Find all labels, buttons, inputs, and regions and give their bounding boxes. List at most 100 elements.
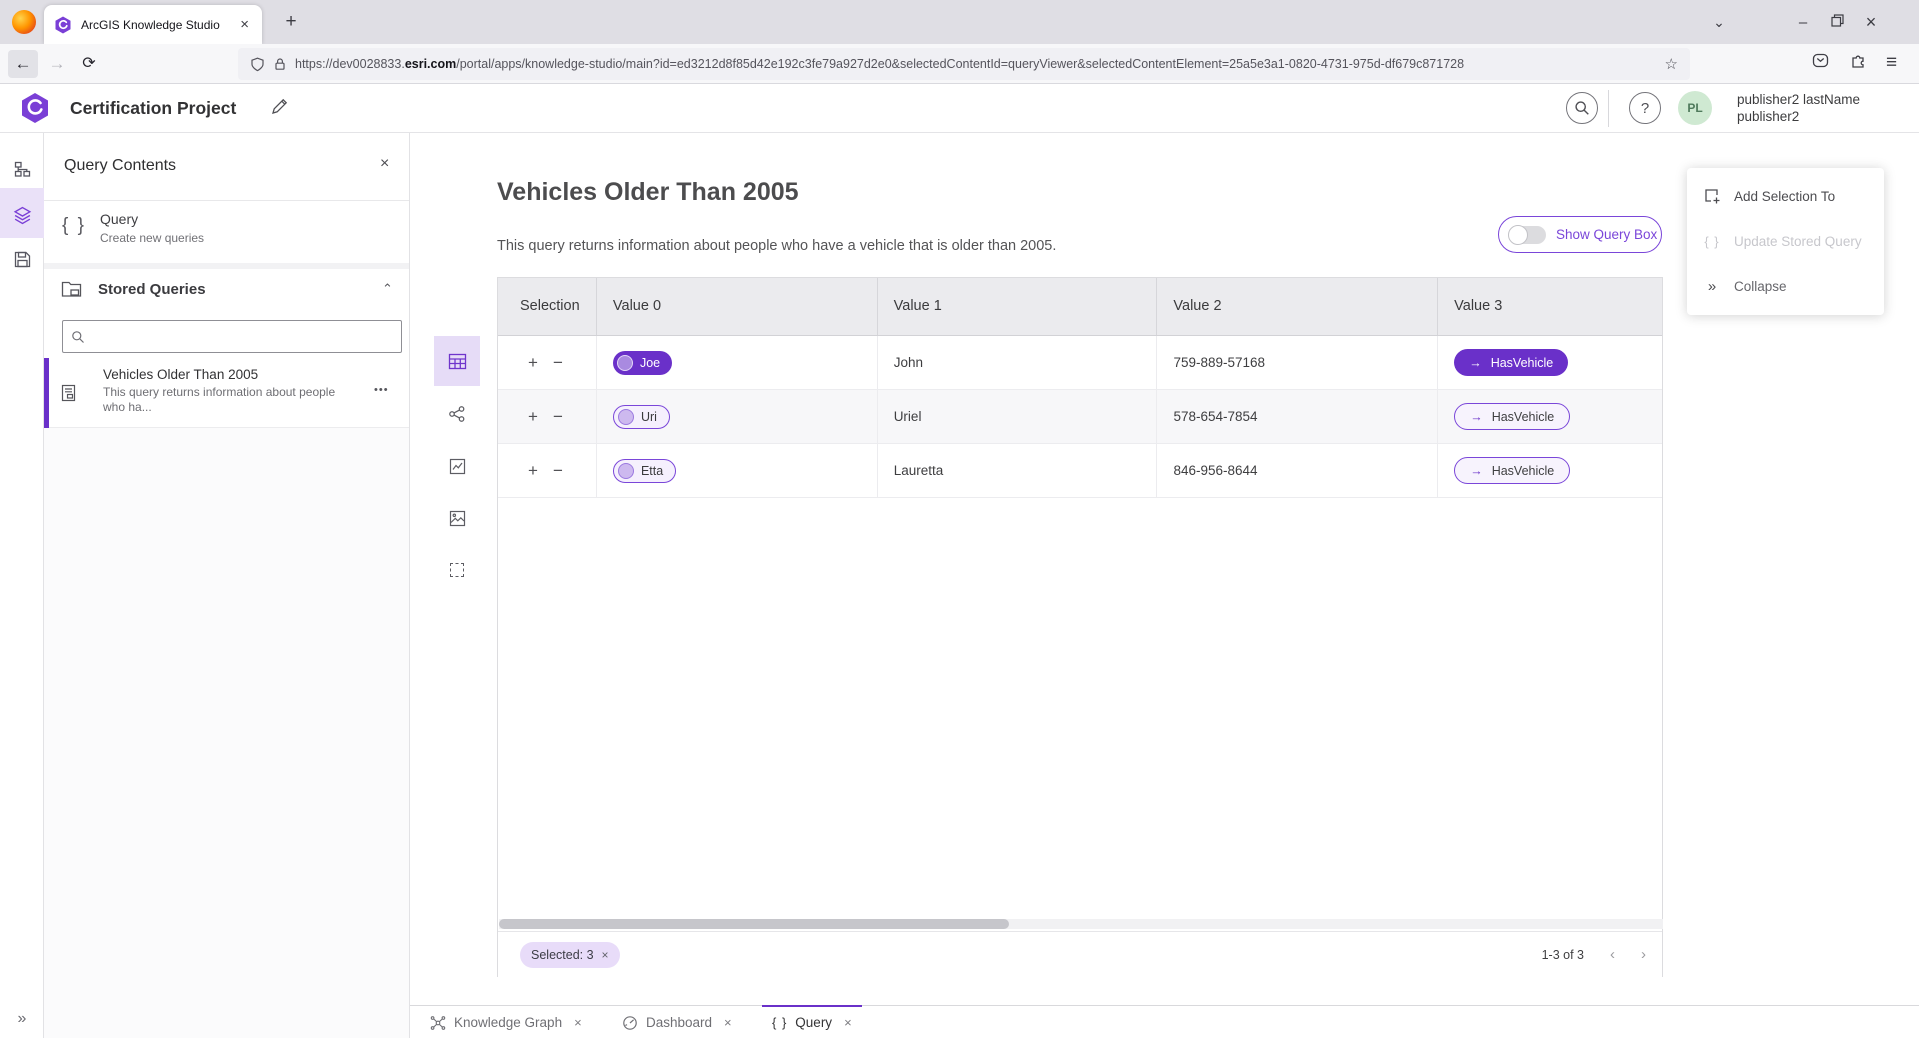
relationship-label: HasVehicle <box>1492 464 1555 478</box>
new-tab-button[interactable]: + <box>278 9 304 35</box>
back-button[interactable]: ← <box>8 50 38 78</box>
entity-dot-icon <box>618 409 634 425</box>
url-text: https://dev0028833.esri.com/portal/apps/… <box>295 57 1657 71</box>
tab-list-chevron-icon[interactable]: ⌄ <box>1704 8 1734 36</box>
table-view-icon[interactable] <box>434 343 480 379</box>
pocket-icon[interactable] <box>1812 52 1829 74</box>
avatar[interactable]: PL <box>1678 91 1712 125</box>
chart-view-icon[interactable] <box>434 448 480 484</box>
panel-close-icon[interactable]: × <box>380 155 389 173</box>
reload-button[interactable]: ⟳ <box>74 50 104 78</box>
stored-query-description: This query returns information about peo… <box>103 385 338 415</box>
stored-query-doc-icon <box>60 384 77 407</box>
tab-query[interactable]: { } Query × <box>762 1005 862 1038</box>
query-item-subtitle: Create new queries <box>100 231 204 245</box>
horizontal-scrollbar[interactable] <box>499 919 1663 929</box>
histogram-view-icon[interactable] <box>434 500 480 536</box>
remove-from-selection-icon[interactable]: − <box>553 353 563 373</box>
stored-queries-header[interactable]: Stored Queries ⌃ <box>44 269 409 311</box>
stored-queries-title: Stored Queries <box>98 281 206 298</box>
page-description: This query returns information about peo… <box>497 238 1056 254</box>
toggle-label: Show Query Box <box>1556 227 1657 242</box>
help-button[interactable]: ? <box>1629 92 1661 124</box>
tab-close-icon[interactable]: × <box>840 1015 852 1030</box>
stored-queries-search-input[interactable] <box>92 329 393 344</box>
app-logo-icon <box>20 92 50 129</box>
extensions-puzzle-icon[interactable] <box>1850 52 1867 74</box>
clear-selection-icon[interactable]: × <box>602 948 609 962</box>
save-icon[interactable] <box>0 239 44 279</box>
relationship-pill[interactable]: →HasVehicle <box>1454 403 1570 430</box>
expand-rail-icon[interactable]: » <box>0 1010 44 1028</box>
menu-item-label: Add Selection To <box>1734 189 1835 204</box>
table-footer: Selected: 3 × 1-3 of 3 ‹ › <box>498 931 1662 977</box>
query-list-item[interactable]: { } Query Create new queries <box>44 201 409 263</box>
remove-from-selection-icon[interactable]: − <box>553 461 563 481</box>
window-restore-button[interactable] <box>1820 14 1854 31</box>
relationship-pill[interactable]: →HasVehicle <box>1454 457 1570 484</box>
add-to-selection-icon[interactable]: + <box>528 407 538 427</box>
table-row[interactable]: +− Uri Uriel 578-654-7854 →HasVehicle <box>498 390 1662 444</box>
relationship-label: HasVehicle <box>1492 410 1555 424</box>
column-header-value3[interactable]: Value 3 <box>1438 278 1662 335</box>
user-name-line2: publisher2 <box>1737 108 1860 125</box>
edit-pencil-icon[interactable] <box>270 97 289 121</box>
tab-close-icon[interactable]: × <box>570 1015 582 1030</box>
selected-count-chip[interactable]: Selected: 3 × <box>520 942 620 968</box>
add-to-selection-icon[interactable]: + <box>528 353 538 373</box>
add-to-selection-icon[interactable]: + <box>528 461 538 481</box>
menu-item-add-selection-to[interactable]: Add Selection To <box>1687 174 1884 219</box>
search-button[interactable] <box>1566 92 1598 124</box>
table-row[interactable]: +− Joe John 759-889-57168 →HasVehicle <box>498 336 1662 390</box>
scrollbar-thumb[interactable] <box>499 919 1009 929</box>
toggle-switch[interactable] <box>1510 226 1546 244</box>
column-header-value1[interactable]: Value 1 <box>878 278 1158 335</box>
column-header-value0[interactable]: Value 0 <box>597 278 878 335</box>
user-name[interactable]: publisher2 lastName publisher2 <box>1737 91 1860 125</box>
tab-dashboard[interactable]: Dashboard × <box>612 1006 742 1038</box>
forward-button[interactable]: → <box>42 50 72 78</box>
firefox-icon[interactable] <box>12 10 36 34</box>
window-close-button[interactable]: × <box>1854 12 1888 33</box>
entity-pill[interactable]: Etta <box>613 459 676 483</box>
menu-item-label: Update Stored Query <box>1734 234 1862 249</box>
lock-icon <box>273 57 287 71</box>
tab-close-icon[interactable]: × <box>720 1015 732 1030</box>
item-options-ellipsis-icon[interactable]: ••• <box>374 384 389 396</box>
project-title: Certification Project <box>70 84 236 133</box>
entity-dot-icon <box>617 355 633 371</box>
window-minimize-button[interactable]: – <box>1786 14 1820 31</box>
selection-tools-icon[interactable] <box>434 552 480 588</box>
data-model-tree-icon[interactable] <box>0 149 44 189</box>
actions-flyout-menu: Add Selection To { } Update Stored Query… <box>1687 168 1884 315</box>
url-bar[interactable]: https://dev0028833.esri.com/portal/apps/… <box>238 48 1690 80</box>
browser-tab[interactable]: ArcGIS Knowledge Studio × <box>44 5 262 44</box>
previous-page-icon[interactable]: ‹ <box>1610 946 1615 963</box>
show-query-box-toggle[interactable]: Show Query Box <box>1498 216 1662 253</box>
link-chart-view-icon[interactable] <box>434 396 480 432</box>
remove-from-selection-icon[interactable]: − <box>553 407 563 427</box>
add-selection-icon <box>1703 188 1721 205</box>
stored-query-item[interactable]: Vehicles Older Than 2005 This query retu… <box>44 358 409 428</box>
stored-queries-search[interactable] <box>62 320 402 353</box>
tab-knowledge-graph[interactable]: Knowledge Graph × <box>420 1006 592 1038</box>
entity-pill[interactable]: Uri <box>613 405 670 429</box>
column-header-selection[interactable]: Selection <box>498 278 597 335</box>
entity-pill[interactable]: Joe <box>613 351 672 375</box>
panel-header: Query Contents × <box>44 133 409 200</box>
table-row[interactable]: +− Etta Lauretta 846-956-8644 →HasVehicl… <box>498 444 1662 498</box>
column-header-value2[interactable]: Value 2 <box>1157 278 1438 335</box>
tab-close-icon[interactable]: × <box>237 16 252 33</box>
relationship-pill[interactable]: →HasVehicle <box>1454 349 1568 376</box>
menu-item-collapse[interactable]: » Collapse <box>1687 264 1884 309</box>
search-icon <box>1574 100 1590 116</box>
next-page-icon[interactable]: › <box>1641 946 1646 963</box>
left-rail: » <box>0 133 44 1038</box>
bookmark-star-icon[interactable]: ☆ <box>1665 55 1678 73</box>
tab-label: Query <box>795 1015 832 1030</box>
pagination-range: 1-3 of 3 <box>1542 948 1584 962</box>
collapse-section-chevron-icon[interactable]: ⌃ <box>382 281 393 297</box>
cell-value2: 578-654-7854 <box>1157 390 1438 443</box>
menu-hamburger-icon[interactable]: ≡ <box>1886 52 1897 74</box>
layers-icon[interactable] <box>0 195 44 235</box>
